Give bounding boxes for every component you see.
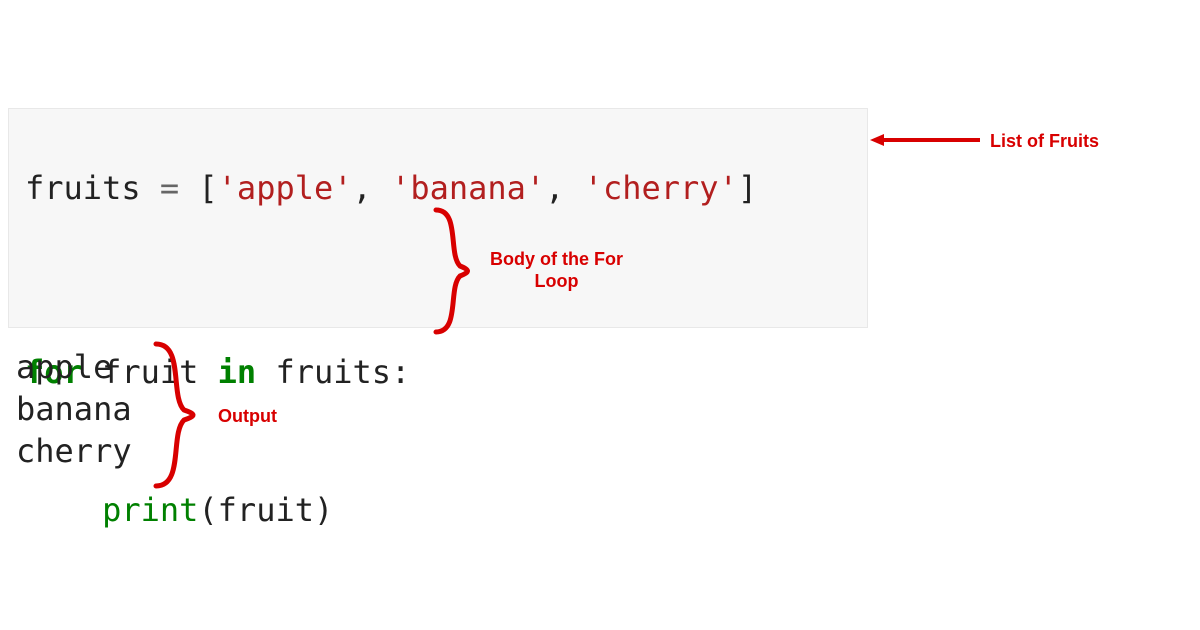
code-bracket-close: ] xyxy=(738,169,757,207)
code-string-3: 'cherry' xyxy=(584,169,738,207)
code-indent xyxy=(25,491,102,529)
diagram-stage: fruits = ['apple', 'banana', 'cherry'] f… xyxy=(0,0,1200,630)
code-line-4: print(fruit) xyxy=(9,441,867,579)
code-variable: fruits xyxy=(25,169,141,207)
code-bracket-open: [ xyxy=(198,169,217,207)
code-operator: = xyxy=(141,169,199,207)
output-line-1: apple xyxy=(16,346,132,388)
annotation-body-line2: Loop xyxy=(490,270,623,292)
code-string-2: 'banana' xyxy=(391,169,545,207)
annotation-body-of-loop: Body of the For Loop xyxy=(490,248,623,292)
code-string-1: 'apple' xyxy=(218,169,353,207)
code-paren-open: ( xyxy=(198,491,217,529)
code-paren-close: ) xyxy=(314,491,333,529)
code-comma: , xyxy=(545,169,584,207)
code-space xyxy=(256,353,275,391)
code-argument: fruit xyxy=(218,491,314,529)
code-colon: : xyxy=(391,353,410,391)
code-keyword-in: in xyxy=(218,353,257,391)
annotation-body-line1: Body of the For xyxy=(490,248,623,270)
arrow-icon xyxy=(870,130,980,150)
annotation-output: Output xyxy=(218,405,277,427)
code-comma: , xyxy=(353,169,392,207)
brace-icon xyxy=(430,206,480,336)
output-line-3: cherry xyxy=(16,430,132,472)
code-function: print xyxy=(102,491,198,529)
code-iterable: fruits xyxy=(275,353,391,391)
output-block: apple banana cherry xyxy=(16,346,132,472)
output-line-2: banana xyxy=(16,388,132,430)
annotation-list-of-fruits: List of Fruits xyxy=(990,130,1099,152)
brace-icon xyxy=(150,340,205,490)
